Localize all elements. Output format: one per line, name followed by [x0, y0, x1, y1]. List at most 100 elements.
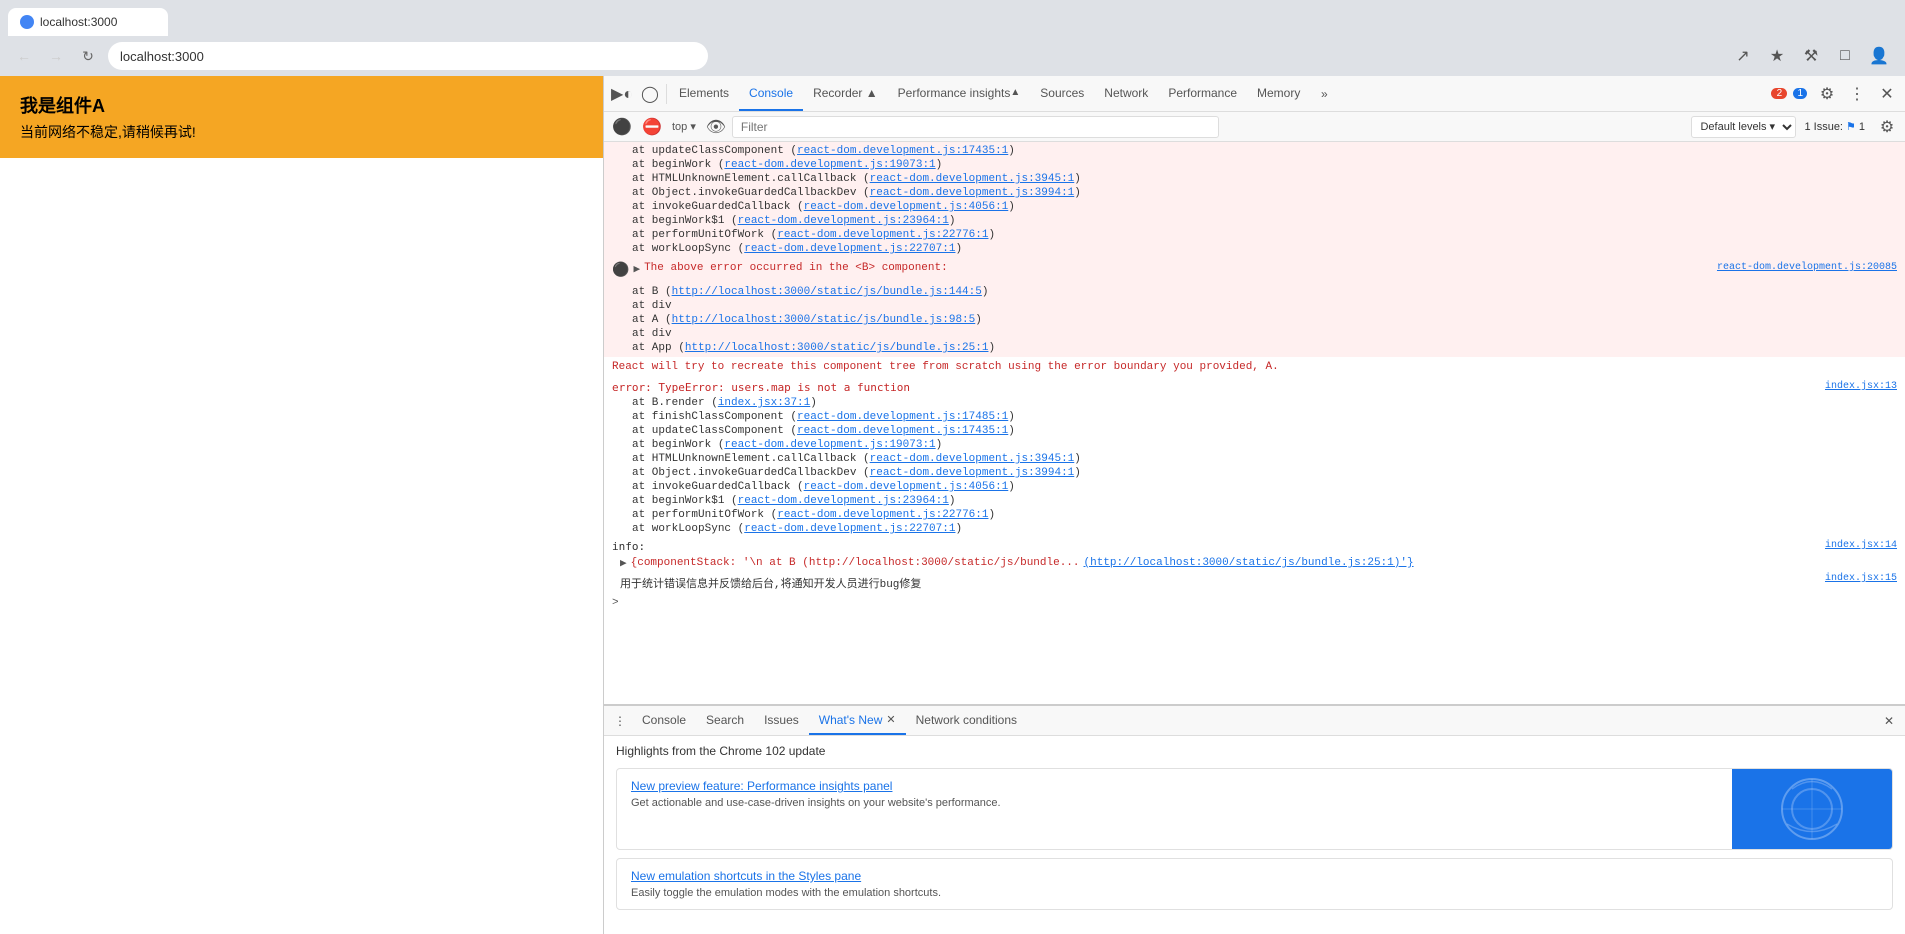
- error-type-text: error: TypeError: users.map is not a fun…: [612, 381, 910, 394]
- tab-performance[interactable]: Performance: [1158, 76, 1247, 111]
- bottom-more-button[interactable]: ⋮: [608, 709, 632, 733]
- error-boundary-file[interactable]: react-dom.development.js:20085: [1717, 262, 1897, 273]
- stack-line: at A (http://localhost:3000/static/js/bu…: [604, 313, 1905, 327]
- card-title-1[interactable]: New preview feature: Performance insight…: [631, 779, 1718, 793]
- console-filter-input[interactable]: [732, 116, 1219, 138]
- preserve-log-button[interactable]: ⛔: [638, 113, 666, 141]
- profile-button[interactable]: 👤: [1865, 42, 1893, 70]
- file-link[interactable]: react-dom.development.js:22707:1: [744, 243, 955, 255]
- tab-console[interactable]: Console: [739, 76, 803, 111]
- stack-line: at HTMLUnknownElement.callCallback (reac…: [604, 452, 1905, 466]
- file-link[interactable]: react-dom.development.js:19073:1: [724, 159, 935, 171]
- expand-arrow[interactable]: >: [604, 595, 1905, 611]
- orange-box: 我是组件A 当前网络不稳定,请稍候再试!: [0, 76, 603, 158]
- file-link[interactable]: react-dom.development.js:22776:1: [777, 229, 988, 241]
- file-link[interactable]: react-dom.development.js:4056:1: [804, 481, 1009, 493]
- address-input[interactable]: localhost:3000: [108, 42, 708, 70]
- stack-line: at workLoopSync (react-dom.development.j…: [604, 242, 1905, 256]
- console-settings-button[interactable]: ⚙: [1873, 113, 1901, 141]
- tab-bar: localhost:3000: [0, 0, 1905, 36]
- devtools-tabs: Elements Console Recorder ▲ Performance …: [669, 76, 1763, 111]
- component-subtitle: 当前网络不稳定,请稍候再试!: [20, 122, 583, 142]
- favicon: [20, 15, 34, 29]
- close-bottom-panel-button[interactable]: ✕: [1877, 709, 1901, 733]
- stack-line: at HTMLUnknownElement.callCallback (reac…: [604, 172, 1905, 186]
- file-link[interactable]: react-dom.development.js:17435:1: [797, 425, 1008, 437]
- file-link[interactable]: react-dom.development.js:22776:1: [777, 509, 988, 521]
- card-image-1: [1732, 769, 1892, 849]
- whats-new-close[interactable]: ✕: [886, 713, 895, 726]
- device-toggle-button[interactable]: ◯: [636, 80, 664, 108]
- stack-line: at workLoopSync (react-dom.development.j…: [604, 522, 1905, 536]
- log-level-select[interactable]: Default levels ▾: [1691, 116, 1796, 138]
- error-badge: 2: [1771, 88, 1787, 99]
- bottom-tab-issues[interactable]: Issues: [754, 706, 809, 735]
- reload-button[interactable]: ↻: [76, 44, 100, 68]
- extensions-button[interactable]: ⚒: [1797, 42, 1825, 70]
- file-link[interactable]: http://localhost:3000/static/js/bundle.j…: [672, 286, 982, 298]
- file-link[interactable]: react-dom.development.js:4056:1: [804, 201, 1009, 213]
- card-desc-2: Easily toggle the emulation modes with t…: [631, 887, 1878, 899]
- forward-button[interactable]: →: [44, 44, 68, 68]
- chinese-log-file[interactable]: index.jsx:15: [1825, 573, 1897, 593]
- tab-performance-insights[interactable]: Performance insights ▲: [888, 76, 1031, 111]
- browser-tab[interactable]: localhost:3000: [8, 8, 168, 36]
- file-link[interactable]: react-dom.development.js:22707:1: [744, 523, 955, 535]
- context-selector[interactable]: top ▾: [668, 120, 700, 133]
- whats-new-panel: Highlights from the Chrome 102 update Ne…: [604, 736, 1905, 934]
- split-screen-button[interactable]: □: [1831, 42, 1859, 70]
- bottom-tab-console[interactable]: Console: [632, 706, 696, 735]
- bookmark-button[interactable]: ★: [1763, 42, 1791, 70]
- tab-recorder[interactable]: Recorder ▲: [803, 76, 888, 111]
- tab-elements[interactable]: Elements: [669, 76, 739, 111]
- chinese-log-text: 用于统计错误信息并反馈给后台,将通知开发人员进行bug修复: [612, 573, 929, 593]
- stack-line: at performUnitOfWork (react-dom.developm…: [604, 508, 1905, 522]
- inspect-element-button[interactable]: ▶◐: [608, 80, 636, 108]
- tab-memory[interactable]: Memory: [1247, 76, 1310, 111]
- issue-flag-icon: ⚑: [1846, 120, 1856, 133]
- address-bar-row: ← → ↻ localhost:3000 ↗ ★ ⚒ □ 👤: [0, 36, 1905, 76]
- file-link[interactable]: react-dom.development.js:3945:1: [870, 453, 1075, 465]
- devtools-panel: ▶◐ ◯ Elements Console Recorder ▲ Perform…: [603, 76, 1905, 934]
- more-tabs-button[interactable]: »: [1310, 80, 1338, 108]
- back-button[interactable]: ←: [12, 44, 36, 68]
- card-title-2[interactable]: New emulation shortcuts in the Styles pa…: [631, 869, 1878, 883]
- file-link[interactable]: react-dom.development.js:3994:1: [870, 187, 1075, 199]
- component-stack-expandable[interactable]: ▶ {componentStack: '\n at B (http://loca…: [604, 555, 1905, 571]
- file-link[interactable]: index.jsx:37:1: [718, 397, 810, 409]
- tab-sources[interactable]: Sources: [1030, 76, 1094, 111]
- stack-line: at finishClassComponent (react-dom.devel…: [604, 410, 1905, 424]
- file-link[interactable]: react-dom.development.js:19073:1: [724, 439, 935, 451]
- close-devtools-button[interactable]: ✕: [1873, 80, 1901, 108]
- info-file[interactable]: index.jsx:14: [1825, 540, 1897, 553]
- bottom-tab-whats-new[interactable]: What's New ✕: [809, 706, 906, 735]
- error-block-1: at updateClassComponent (react-dom.devel…: [604, 142, 1905, 258]
- whats-new-header: Highlights from the Chrome 102 update: [616, 744, 1893, 758]
- error-type-file[interactable]: index.jsx:13: [1825, 381, 1897, 394]
- clear-console-button[interactable]: ⚫: [608, 113, 636, 141]
- file-link[interactable]: react-dom.development.js:3945:1: [870, 173, 1075, 185]
- file-link[interactable]: react-dom.development.js:3994:1: [870, 467, 1075, 479]
- file-link[interactable]: http://localhost:3000/static/js/bundle.j…: [685, 342, 989, 354]
- console-toolbar: ⚫ ⛔ top ▾ 👁 Default levels ▾ 1 Issue: ⚑ …: [604, 112, 1905, 142]
- file-link[interactable]: react-dom.development.js:17435:1: [797, 145, 1008, 157]
- share-button[interactable]: ↗: [1729, 42, 1757, 70]
- file-link[interactable]: http://localhost:3000/static/js/bundle.j…: [672, 314, 976, 326]
- file-link[interactable]: react-dom.development.js:17485:1: [797, 411, 1008, 423]
- file-link[interactable]: react-dom.development.js:23964:1: [738, 495, 949, 507]
- more-options-button[interactable]: ⋮: [1843, 80, 1871, 108]
- chinese-log-row: 用于统计错误信息并反馈给后台,将通知开发人员进行bug修复 index.jsx:…: [604, 571, 1905, 595]
- tab-network[interactable]: Network: [1094, 76, 1158, 111]
- file-link[interactable]: react-dom.development.js:23964:1: [738, 215, 949, 227]
- eye-button[interactable]: 👁: [702, 113, 730, 141]
- bottom-tab-network-conditions[interactable]: Network conditions: [906, 706, 1027, 735]
- bottom-tab-search[interactable]: Search: [696, 706, 754, 735]
- settings-button[interactable]: ⚙: [1813, 80, 1841, 108]
- address-text: localhost:3000: [120, 49, 204, 64]
- card-content-2: New emulation shortcuts in the Styles pa…: [617, 859, 1892, 909]
- component-stack-file-link[interactable]: (http://localhost:3000/static/js/bundle.…: [1084, 557, 1414, 569]
- bottom-panel: ⋮ Console Search Issues What's New ✕: [604, 704, 1905, 934]
- stack-line: at beginWork$1 (react-dom.development.js…: [604, 494, 1905, 508]
- stack-line: at div: [604, 327, 1905, 341]
- expand-button[interactable]: ▶: [633, 262, 640, 276]
